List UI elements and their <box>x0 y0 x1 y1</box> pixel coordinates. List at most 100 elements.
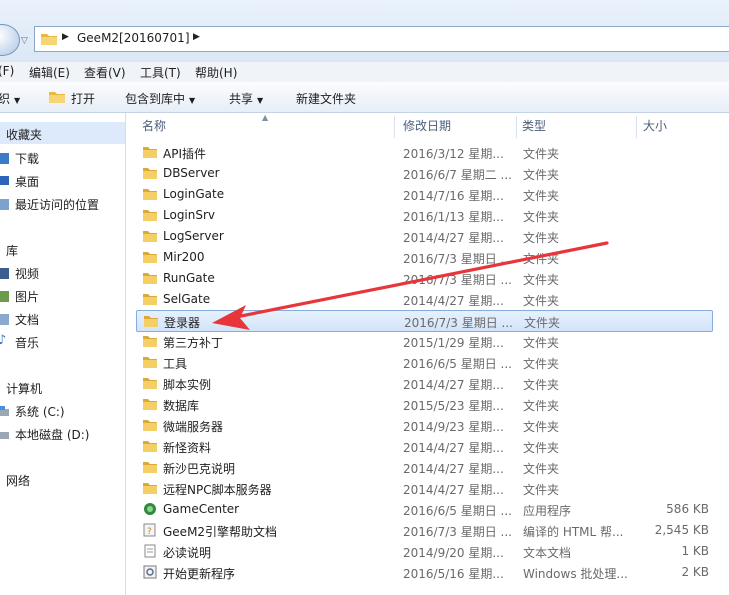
menu-bar: (F) 编辑(E) 查看(V) 工具(T) 帮助(H) <box>0 62 729 82</box>
file-type: 文件夹 <box>523 210 560 224</box>
file-date: 2014/7/16 星期... <box>403 189 504 203</box>
file-size: 1 KB <box>681 544 709 558</box>
open-folder-icon <box>49 92 65 103</box>
nav-recent[interactable]: 最近访问的位置 <box>15 196 99 213</box>
file-row[interactable]: 数据库 2015/5/23 星期... 文件夹 <box>136 394 713 415</box>
file-row[interactable]: SelGate 2014/4/27 星期... 文件夹 <box>136 289 713 310</box>
file-name: 登录器 <box>164 316 201 330</box>
nav-documents[interactable]: 文档 <box>15 311 39 328</box>
folder-icon <box>143 210 157 221</box>
file-type: 文件夹 <box>523 189 560 203</box>
nav-libraries[interactable]: 库 <box>6 242 18 259</box>
file-row[interactable]: 微端服务器 2014/9/23 星期... 文件夹 <box>136 415 713 436</box>
nav-favorites[interactable]: 收藏夹 <box>6 126 42 143</box>
breadcrumb-arrow-icon[interactable]: ▶ <box>62 32 69 42</box>
file-row[interactable]: 开始更新程序 2016/5/16 星期... Windows 批处理... 2 KB <box>136 562 713 583</box>
file-date: 2016/6/7 星期二 ... <box>403 168 512 182</box>
videos-icon <box>0 268 9 279</box>
nav-desktop[interactable]: 桌面 <box>15 173 39 190</box>
column-divider[interactable] <box>394 116 395 138</box>
file-type: 文件夹 <box>523 336 560 350</box>
nav-drive-d[interactable]: 本地磁盘 (D:) <box>15 426 89 443</box>
address-box[interactable]: ▶ GeeM2[20160701] ▶ <box>34 26 729 52</box>
file-row[interactable]: LoginSrv 2016/1/13 星期... 文件夹 <box>136 205 713 226</box>
downloads-icon <box>0 153 9 164</box>
nav-downloads[interactable]: 下载 <box>15 150 39 167</box>
file-row[interactable]: 第三方补丁 2015/1/29 星期... 文件夹 <box>136 331 713 352</box>
include-in-library-button[interactable]: 包含到库中 ▼ <box>125 90 195 107</box>
file-row[interactable]: 工具 2016/6/5 星期日 ... 文件夹 <box>136 352 713 373</box>
open-button[interactable]: 打开 <box>71 90 95 107</box>
folder-icon <box>143 357 157 368</box>
organize-dropdown-icon: ▼ <box>14 96 21 105</box>
file-date: 2016/6/5 星期日 ... <box>403 357 512 371</box>
file-name: 新沙巴克说明 <box>163 462 236 476</box>
nav-videos[interactable]: 视频 <box>15 265 39 282</box>
file-row[interactable]: LoginGate 2014/7/16 星期... 文件夹 <box>136 184 713 205</box>
column-size[interactable]: 大小 <box>643 113 667 140</box>
file-row[interactable]: ? GeeM2引擎帮助文档 2016/7/3 星期日 ... 编译的 HTML 帮..… <box>136 520 713 541</box>
file-row[interactable]: API插件 2016/3/12 星期... 文件夹 <box>136 142 713 163</box>
file-row[interactable]: RunGate 2016/7/3 星期日 ... 文件夹 <box>136 268 713 289</box>
drive-c-icon <box>0 406 9 416</box>
column-divider[interactable] <box>516 116 517 138</box>
file-name: LoginSrv <box>163 208 216 222</box>
file-type: 文件夹 <box>523 273 560 287</box>
column-type[interactable]: 类型 <box>522 113 546 140</box>
breadcrumb-current[interactable]: GeeM2[20160701] <box>77 31 190 45</box>
file-row[interactable]: 远程NPC脚本服务器 2014/4/27 星期... 文件夹 <box>136 478 713 499</box>
file-row[interactable]: 新怪资料 2014/4/27 星期... 文件夹 <box>136 436 713 457</box>
column-divider[interactable] <box>636 116 637 138</box>
nav-pictures[interactable]: 图片 <box>15 288 39 305</box>
file-row[interactable]: LogServer 2014/4/27 星期... 文件夹 <box>136 226 713 247</box>
music-icon: ♪ <box>0 333 7 348</box>
include-dropdown-icon: ▼ <box>189 96 196 105</box>
file-row[interactable]: DBServer 2016/6/7 星期二 ... 文件夹 <box>136 163 713 184</box>
share-button[interactable]: 共享 ▼ <box>229 90 263 107</box>
file-row[interactable]: 登录器 2016/7/3 星期日 ... 文件夹 <box>136 310 713 332</box>
organize-button[interactable]: 织 ▼ <box>0 90 20 107</box>
file-row[interactable]: 必读说明 2014/9/20 星期... 文本文档 1 KB <box>136 541 713 562</box>
file-name: 工具 <box>163 357 188 371</box>
file-type: 文件夹 <box>523 420 560 434</box>
file-row[interactable]: GameCenter 2016/6/5 星期日 ... 应用程序 586 KB <box>136 499 713 520</box>
nav-drive-c[interactable]: 系统 (C:) <box>15 403 65 420</box>
file-date: 2016/5/16 星期... <box>403 567 504 581</box>
organize-label: 织 <box>0 92 11 106</box>
file-date: 2015/1/29 星期... <box>403 336 504 350</box>
navigation-pane: 收藏夹 下载 桌面 最近访问的位置 库 视频 图片 文档 ♪ 音乐 计算机 系统… <box>0 113 126 595</box>
menu-file[interactable]: (F) <box>0 64 14 78</box>
file-name: SelGate <box>163 292 211 306</box>
menu-edit[interactable]: 编辑(E) <box>29 64 70 81</box>
file-row[interactable]: Mir200 2016/7/3 星期日 ... 文件夹 <box>136 247 713 268</box>
file-name: RunGate <box>163 271 215 285</box>
folder-icon <box>143 336 157 347</box>
folder-icon <box>143 273 157 284</box>
history-dropdown-icon[interactable]: ▽ <box>21 36 28 46</box>
folder-icon <box>144 316 158 327</box>
column-date[interactable]: 修改日期 <box>403 113 451 140</box>
nav-music[interactable]: 音乐 <box>15 334 39 351</box>
file-name: 远程NPC脚本服务器 <box>163 483 272 497</box>
back-button[interactable] <box>0 24 20 56</box>
include-label: 包含到库中 <box>125 92 186 106</box>
file-row[interactable]: 脚本实例 2014/4/27 星期... 文件夹 <box>136 373 713 394</box>
nav-computer[interactable]: 计算机 <box>6 380 42 397</box>
file-name: Mir200 <box>163 250 205 264</box>
nav-network[interactable]: 网络 <box>6 472 30 489</box>
new-folder-button[interactable]: 新建文件夹 <box>296 90 356 107</box>
menu-view[interactable]: 查看(V) <box>84 64 126 81</box>
file-date: 2014/4/27 星期... <box>403 294 504 308</box>
folder-icon <box>143 168 157 179</box>
breadcrumb-arrow-icon[interactable]: ▶ <box>193 32 200 42</box>
menu-tools[interactable]: 工具(T) <box>140 64 181 81</box>
folder-icon <box>143 147 157 158</box>
file-row[interactable]: 新沙巴克说明 2014/4/27 星期... 文件夹 <box>136 457 713 478</box>
menu-help[interactable]: 帮助(H) <box>195 64 237 81</box>
column-name[interactable]: 名称 <box>142 113 166 140</box>
file-date: 2015/5/23 星期... <box>403 399 504 413</box>
file-type: 文件夹 <box>523 483 560 497</box>
folder-icon <box>143 399 157 410</box>
file-date: 2016/6/5 星期日 ... <box>403 504 512 518</box>
file-size: 586 KB <box>666 502 709 516</box>
